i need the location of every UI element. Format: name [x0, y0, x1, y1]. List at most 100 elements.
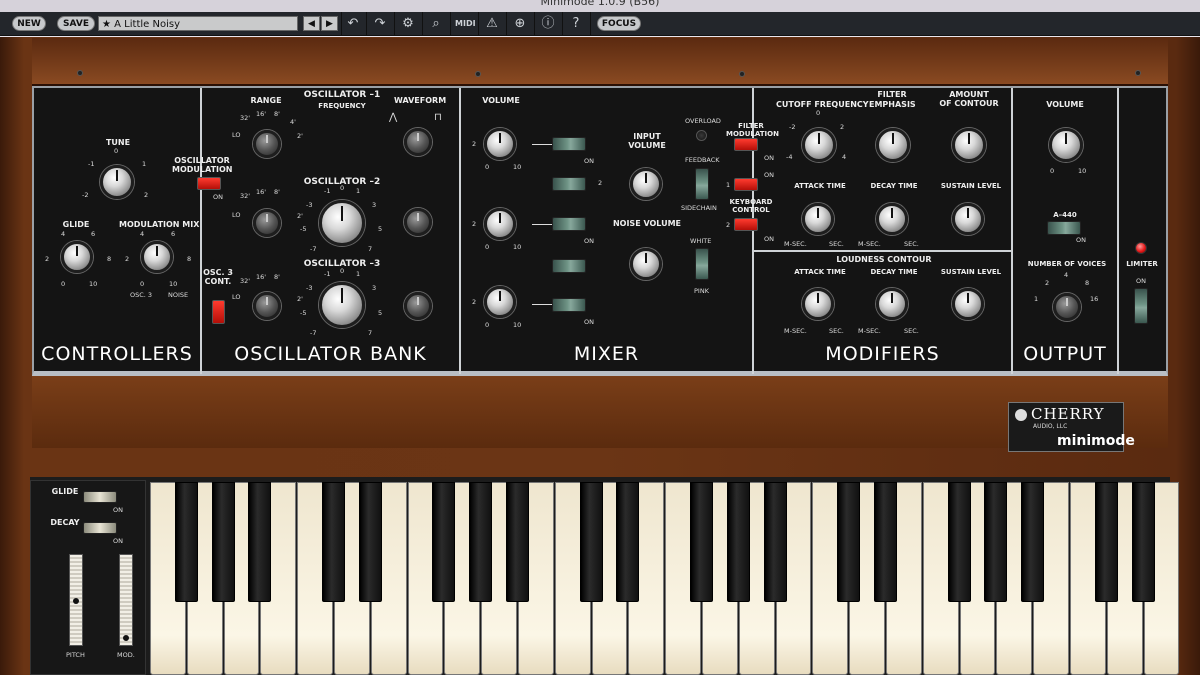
mixer-scale: 0	[485, 243, 490, 251]
osc1-volume-knob[interactable]	[484, 128, 516, 160]
cherry-icon	[1015, 409, 1027, 421]
filter-decay-knob[interactable]	[876, 203, 908, 235]
range-scale: 16'	[256, 110, 267, 118]
black-key[interactable]	[1094, 482, 1118, 602]
black-key[interactable]	[763, 482, 787, 602]
black-key[interactable]	[947, 482, 971, 602]
black-key[interactable]	[690, 482, 713, 602]
ext-input-switch[interactable]	[552, 177, 586, 191]
osc1-on-label: ON	[584, 157, 594, 165]
voices-knob[interactable]	[1053, 293, 1081, 321]
window-title: Minimode 1.0.9 (B56)	[540, 0, 660, 8]
black-key[interactable]	[322, 482, 345, 602]
info-icon[interactable]: ⓘ	[539, 15, 557, 33]
osc3-frequency-knob[interactable]	[319, 282, 365, 328]
cutoff-knob[interactable]	[802, 128, 836, 162]
black-key[interactable]	[726, 482, 750, 602]
filter-sustain-knob[interactable]	[952, 203, 984, 235]
modmix-knob[interactable]	[141, 241, 173, 273]
prev-preset-button[interactable]: ◀	[303, 16, 320, 31]
tune-scale: -2	[82, 191, 89, 199]
osc2-on-switch[interactable]	[552, 217, 586, 231]
favorite-star-icon[interactable]: ★	[102, 19, 111, 30]
undo-icon[interactable]: ↶	[344, 15, 362, 33]
black-key[interactable]	[874, 482, 897, 602]
mixer-scale: 10	[513, 163, 522, 171]
section-divider	[1011, 88, 1013, 374]
modifiers-title: MODIFIERS	[825, 343, 940, 365]
new-button[interactable]: NEW	[12, 16, 46, 31]
modmix-label: MODULATION MIX	[119, 220, 200, 229]
help-icon[interactable]: ?	[567, 15, 585, 33]
contour-amount-knob[interactable]	[952, 128, 986, 162]
redo-icon[interactable]: ↷	[371, 15, 389, 33]
black-key[interactable]	[579, 482, 603, 602]
black-key[interactable]	[248, 482, 272, 602]
focus-button[interactable]: FOCUS	[597, 16, 641, 31]
kbd-control-1-switch[interactable]	[734, 178, 758, 191]
osc3-control-switch[interactable]	[212, 300, 225, 324]
loud-sustain-knob[interactable]	[952, 288, 984, 320]
next-preset-button[interactable]: ▶	[321, 16, 338, 31]
save-button[interactable]: SAVE	[57, 16, 95, 31]
black-key[interactable]	[174, 482, 198, 602]
output-volume-knob[interactable]	[1049, 128, 1083, 162]
osc1-range-knob[interactable]	[253, 130, 281, 158]
black-key[interactable]	[358, 482, 382, 602]
osc-mod-switch[interactable]	[197, 177, 221, 190]
osc2-volume-knob[interactable]	[484, 208, 516, 240]
black-key[interactable]	[1021, 482, 1045, 602]
glide-scale: 2	[45, 255, 50, 263]
black-key[interactable]	[616, 482, 640, 602]
osc2-waveform-knob[interactable]	[404, 208, 432, 236]
decay-toggle-switch[interactable]	[83, 522, 117, 534]
mod-wheel[interactable]	[119, 554, 133, 646]
zoom-icon[interactable]: ⌕	[427, 15, 445, 33]
osc2-frequency-knob[interactable]	[319, 200, 365, 246]
alert-icon[interactable]: ⚠	[483, 15, 501, 33]
osc3-range-knob[interactable]	[253, 292, 281, 320]
black-key[interactable]	[432, 482, 456, 602]
kbd-control-2-switch[interactable]	[734, 218, 758, 231]
black-key[interactable]	[469, 482, 493, 602]
midi-icon[interactable]: MIDI	[455, 15, 476, 33]
osc3-volume-knob[interactable]	[484, 286, 516, 318]
black-key[interactable]	[1131, 482, 1155, 602]
loud-decay-knob[interactable]	[876, 288, 908, 320]
gear-icon[interactable]: ⚙	[399, 15, 417, 33]
keyboard-icon[interactable]: ⊕	[511, 15, 529, 33]
cutoff-label: CUTOFF FREQUENCY	[776, 100, 869, 109]
glide-knob[interactable]	[61, 241, 93, 273]
modmix-scale: 0	[140, 280, 145, 288]
tune-knob[interactable]	[100, 165, 134, 199]
osc1-label: OSCILLATOR –1	[303, 90, 381, 100]
glide-scale: 0	[61, 280, 66, 288]
noise-volume-knob[interactable]	[630, 248, 662, 280]
black-key[interactable]	[506, 482, 529, 602]
noise-on-switch[interactable]	[552, 259, 586, 273]
black-key[interactable]	[984, 482, 1008, 602]
osc1-waveform-knob[interactable]	[404, 128, 432, 156]
freq-scale: 1	[356, 187, 361, 195]
filter-mod-switch[interactable]	[734, 138, 758, 151]
range-scale: 16'	[256, 273, 267, 281]
range-scale: LO	[232, 293, 241, 301]
limiter-switch[interactable]	[1134, 288, 1148, 324]
osc3-on-switch[interactable]	[552, 298, 586, 312]
preset-selector[interactable]: ★ A Little Noisy	[98, 16, 298, 31]
loud-attack-knob[interactable]	[802, 288, 834, 320]
toolbar-divider	[450, 12, 451, 36]
black-key[interactable]	[837, 482, 861, 602]
osc2-range-knob[interactable]	[253, 209, 281, 237]
input-volume-knob[interactable]	[630, 168, 662, 200]
range-scale: 8'	[274, 273, 280, 281]
emphasis-knob[interactable]	[876, 128, 910, 162]
feedback-switch[interactable]	[695, 168, 709, 200]
glide-toggle-switch[interactable]	[83, 491, 117, 503]
noise-color-switch[interactable]	[695, 248, 709, 280]
osc3-waveform-knob[interactable]	[404, 292, 432, 320]
filter-attack-knob[interactable]	[802, 203, 834, 235]
black-key[interactable]	[211, 482, 235, 602]
a440-switch[interactable]	[1047, 221, 1081, 235]
osc1-on-switch[interactable]	[552, 137, 586, 151]
